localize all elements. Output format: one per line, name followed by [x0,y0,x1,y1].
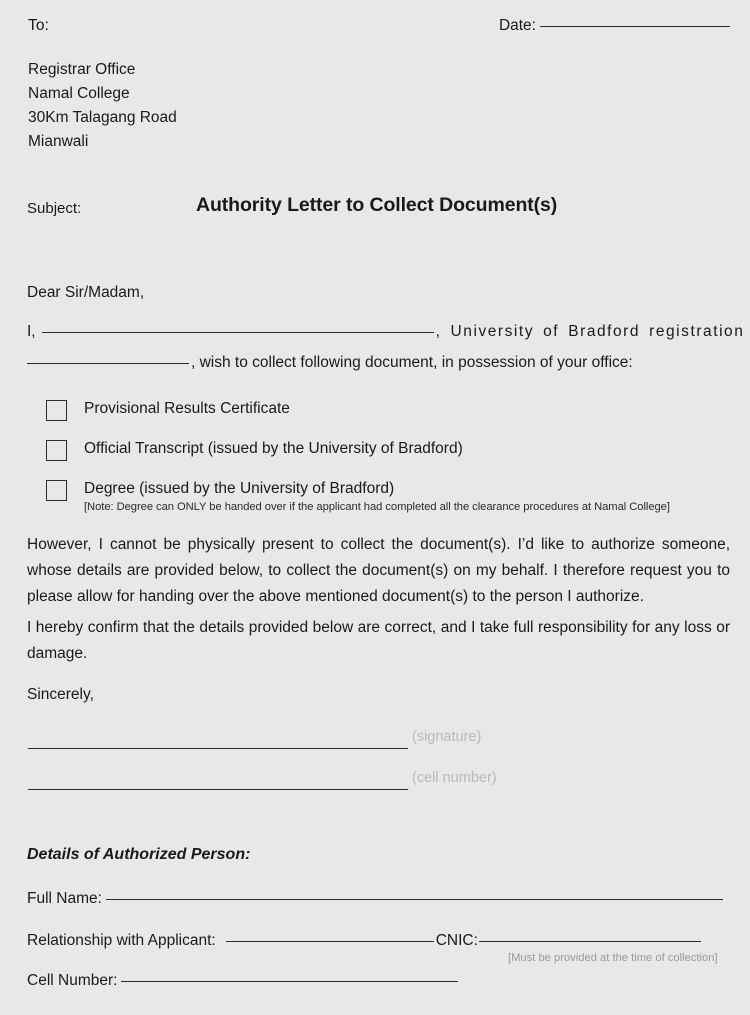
relationship-label: Relationship with Applicant: [27,932,216,949]
date-input-line[interactable] [540,26,730,27]
checklist-item-label: Degree (issued by the University of Brad… [84,480,395,497]
date-label: Date: [498,17,536,34]
checklist-item[interactable]: Provisional Results Certificate [46,398,736,428]
degree-note: [Note: Degree can ONLY be handed over if… [84,501,670,513]
recipient-address-block: Registrar Office Namal College 30Km Tala… [28,58,177,154]
cell-number-caption: (cell number) [412,770,497,786]
document-checklist: Provisional Results Certificate Official… [46,398,736,525]
full-name-label: Full Name: [27,890,102,907]
checklist-item-label: Official Transcript (issued by the Unive… [84,440,463,457]
authorized-cell-number-field-row: Cell Number: [27,972,459,990]
full-name-input-line[interactable] [105,899,723,900]
intro-line-2-text: , wish to collect following document, in… [191,354,633,371]
intro-line-2: , wish to collect following document, in… [27,354,633,372]
intro-line-1: I, , University of Bradford registration … [27,323,750,341]
subject-label: Subject: [27,200,82,217]
address-line-1: Registrar Office [28,61,136,78]
address-line-2: Namal College [28,85,130,102]
address-line-3: 30Km Talagang Road [28,109,177,126]
checklist-item[interactable]: Official Transcript (issued by the Unive… [46,438,736,468]
signature-caption: (signature) [412,729,482,745]
closing-salutation: Sincerely, [27,686,94,703]
cnic-label: CNIC: [435,932,478,949]
applicant-cell-number-input-line[interactable] [28,789,408,790]
full-name-field-row: Full Name: [27,890,723,908]
checklist-item-label: Provisional Results Certificate [84,400,290,417]
relationship-cnic-field-row: Relationship with Applicant: CNIC: [27,932,701,950]
intro-suffix: , University of Bradford registration no… [435,323,750,340]
document-title: Authority Letter to Collect Document(s) [196,194,558,216]
address-line-4: Mianwali [28,133,89,150]
cnic-input-line[interactable] [478,941,701,942]
authorized-cell-number-input-line[interactable] [121,981,459,982]
checkbox-degree[interactable] [46,480,67,501]
cnic-note: [Must be provided at the time of collect… [508,952,718,964]
body-paragraph-2: I hereby confirm that the details provid… [27,619,730,662]
applicant-name-input-line[interactable] [41,332,434,333]
checkbox-provisional-results-certificate[interactable] [46,400,67,421]
authority-letter-document: To: Date: Registrar Office Namal College… [0,0,750,1015]
to-label: To: [28,17,49,34]
registration-number-input-line[interactable] [27,363,189,364]
salutation: Dear Sir/Madam, [27,284,145,301]
body-paragraph-1: However, I cannot be physically present … [27,536,730,605]
checklist-item[interactable]: Degree (issued by the University of Brad… [46,478,736,515]
intro-prefix: I, [27,323,36,340]
date-field-row: Date: [499,17,730,35]
authorized-cell-number-label: Cell Number: [27,972,118,989]
relationship-input-line[interactable] [225,941,434,942]
signature-input-line[interactable] [28,748,408,749]
checkbox-official-transcript[interactable] [46,440,67,461]
authorized-person-heading: Details of Authorized Person: [27,846,251,863]
